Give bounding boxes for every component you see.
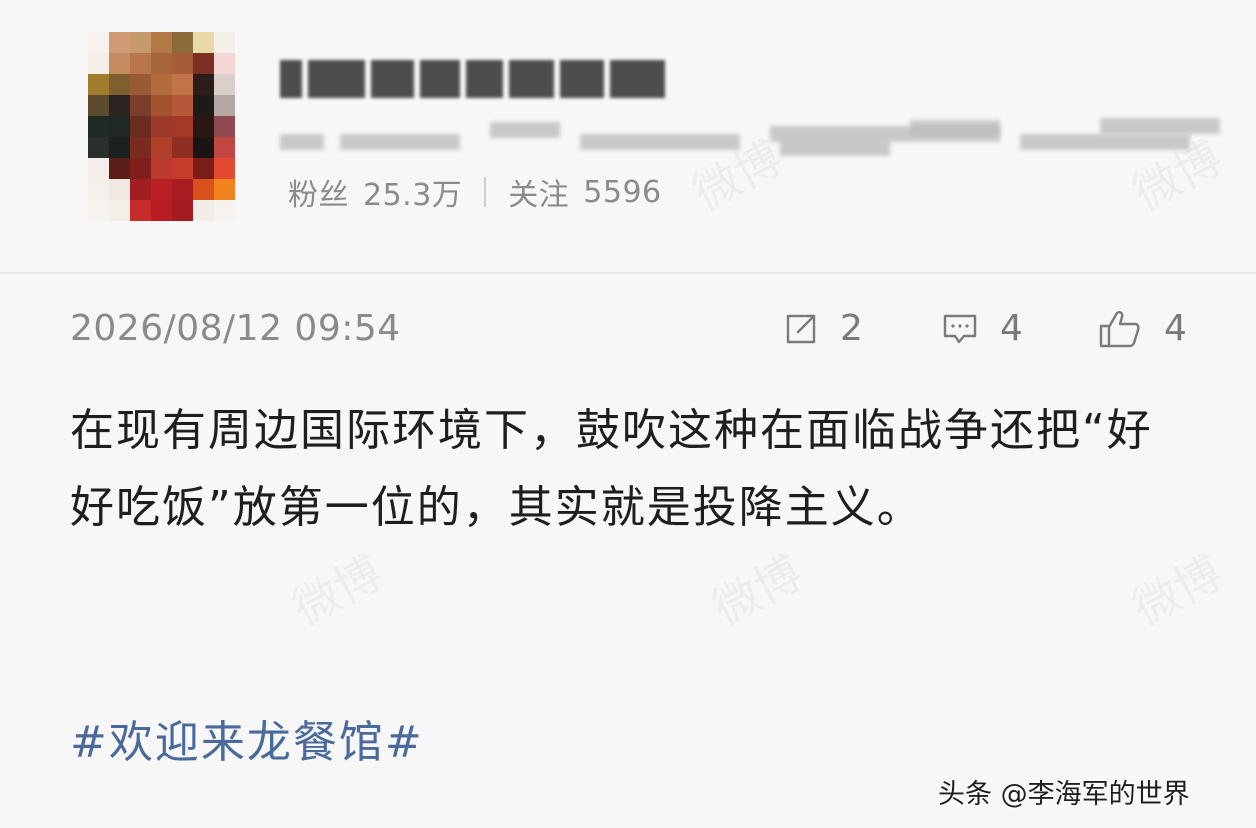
- source-credit: 头条 @李海军的世界: [938, 779, 1190, 810]
- avatar-pixel: [130, 95, 151, 116]
- avatar-pixel: [109, 95, 130, 116]
- avatar-pixel: [193, 95, 214, 116]
- avatar-pixel: [130, 137, 151, 158]
- repost-count: 2: [840, 308, 863, 349]
- avatar-pixel: [109, 116, 130, 137]
- avatar-pixel: [214, 116, 235, 137]
- profile-stats: 粉丝 25.3万 关注 5596: [288, 170, 662, 214]
- avatar-pixel: [88, 179, 109, 200]
- follow-count[interactable]: 5596: [583, 175, 661, 210]
- avatar-pixel: [172, 74, 193, 95]
- avatar-pixel: [172, 95, 193, 116]
- post-meta-row: 2026/08/12 09:54 2 4 4: [70, 308, 1200, 358]
- avatar-pixel: [193, 74, 214, 95]
- avatar-pixel: [109, 53, 130, 74]
- like-count: 4: [1164, 308, 1187, 349]
- avatar-pixel: [109, 74, 130, 95]
- avatar-pixel: [109, 179, 130, 200]
- avatar-pixel: [130, 200, 151, 221]
- avatar-pixel: [214, 32, 235, 53]
- avatar-pixel: [88, 53, 109, 74]
- avatar-pixel: [130, 32, 151, 53]
- watermark: 微博: [1120, 537, 1232, 638]
- avatar-pixel: [109, 158, 130, 179]
- avatar-pixel: [130, 158, 151, 179]
- bio-blurred: [280, 112, 1240, 162]
- avatar-pixel: [88, 74, 109, 95]
- avatar-pixel: [88, 116, 109, 137]
- avatar-pixel: [88, 95, 109, 116]
- avatar-pixel: [151, 74, 172, 95]
- avatar-pixel: [172, 179, 193, 200]
- avatar-pixel: [130, 74, 151, 95]
- stats-divider: [484, 177, 487, 207]
- avatar-pixel: [109, 200, 130, 221]
- avatar-pixel: [130, 116, 151, 137]
- fans-label[interactable]: 粉丝: [288, 170, 349, 214]
- avatar-pixel: [214, 158, 235, 179]
- avatar-pixel: [193, 158, 214, 179]
- avatar-pixel: [151, 116, 172, 137]
- avatar-pixel: [214, 179, 235, 200]
- username-blurred[interactable]: [280, 58, 666, 100]
- avatar-pixel: [214, 95, 235, 116]
- weibo-post-screenshot: 微博 微博 微博 微博 微博 粉丝: [0, 0, 1256, 828]
- repost-icon: [784, 312, 818, 346]
- repost-button[interactable]: 2: [784, 308, 863, 349]
- avatar-pixel: [151, 137, 172, 158]
- avatar-pixel: [193, 137, 214, 158]
- avatar-pixel: [151, 158, 172, 179]
- section-divider: [0, 272, 1256, 274]
- avatar-pixel: [214, 74, 235, 95]
- avatar-pixel: [172, 137, 193, 158]
- like-button[interactable]: 4: [1098, 308, 1187, 349]
- watermark: 微博: [280, 537, 392, 638]
- avatar-pixel: [193, 200, 214, 221]
- post-timestamp: 2026/08/12 09:54: [70, 308, 401, 349]
- avatar-pixel: [193, 116, 214, 137]
- comment-icon: [942, 312, 978, 346]
- fans-count[interactable]: 25.3万: [363, 170, 462, 214]
- avatar-pixel: [109, 32, 130, 53]
- thumbs-up-icon: [1098, 309, 1142, 349]
- avatar-pixel: [130, 53, 151, 74]
- avatar-pixel: [193, 32, 214, 53]
- avatar-pixel: [172, 158, 193, 179]
- avatar[interactable]: [80, 30, 240, 221]
- avatar-pixel: [214, 53, 235, 74]
- comment-count: 4: [1000, 308, 1023, 349]
- avatar-pixel: [214, 200, 235, 221]
- avatar-pixel: [172, 200, 193, 221]
- avatar-pixel: [151, 53, 172, 74]
- avatar-pixel: [193, 179, 214, 200]
- avatar-pixel: [88, 32, 109, 53]
- avatar-pixel: [109, 137, 130, 158]
- avatar-pixel: [172, 32, 193, 53]
- comment-button[interactable]: 4: [942, 308, 1023, 349]
- post-text: 在现有周边国际环境下，鼓吹这种在面临战争还把“好好吃饭”放第一位的，其实就是投降…: [70, 405, 1153, 533]
- avatar-pixel: [193, 53, 214, 74]
- avatar-pixel: [151, 95, 172, 116]
- avatar-pixel: [172, 116, 193, 137]
- follow-label[interactable]: 关注: [508, 170, 569, 214]
- avatar-pixel: [130, 179, 151, 200]
- avatar-pixel: [151, 200, 172, 221]
- profile-header: 粉丝 25.3万 关注 5596: [0, 0, 1256, 272]
- avatar-pixel: [88, 158, 109, 179]
- avatar-pixel: [151, 32, 172, 53]
- hashtag-link[interactable]: #欢迎来龙餐馆#: [70, 706, 424, 770]
- avatar-pixel: [88, 137, 109, 158]
- watermark: 微博: [700, 537, 812, 638]
- avatar-pixel: [214, 137, 235, 158]
- avatar-pixel: [172, 53, 193, 74]
- avatar-pixel: [88, 200, 109, 221]
- avatar-pixel: [151, 179, 172, 200]
